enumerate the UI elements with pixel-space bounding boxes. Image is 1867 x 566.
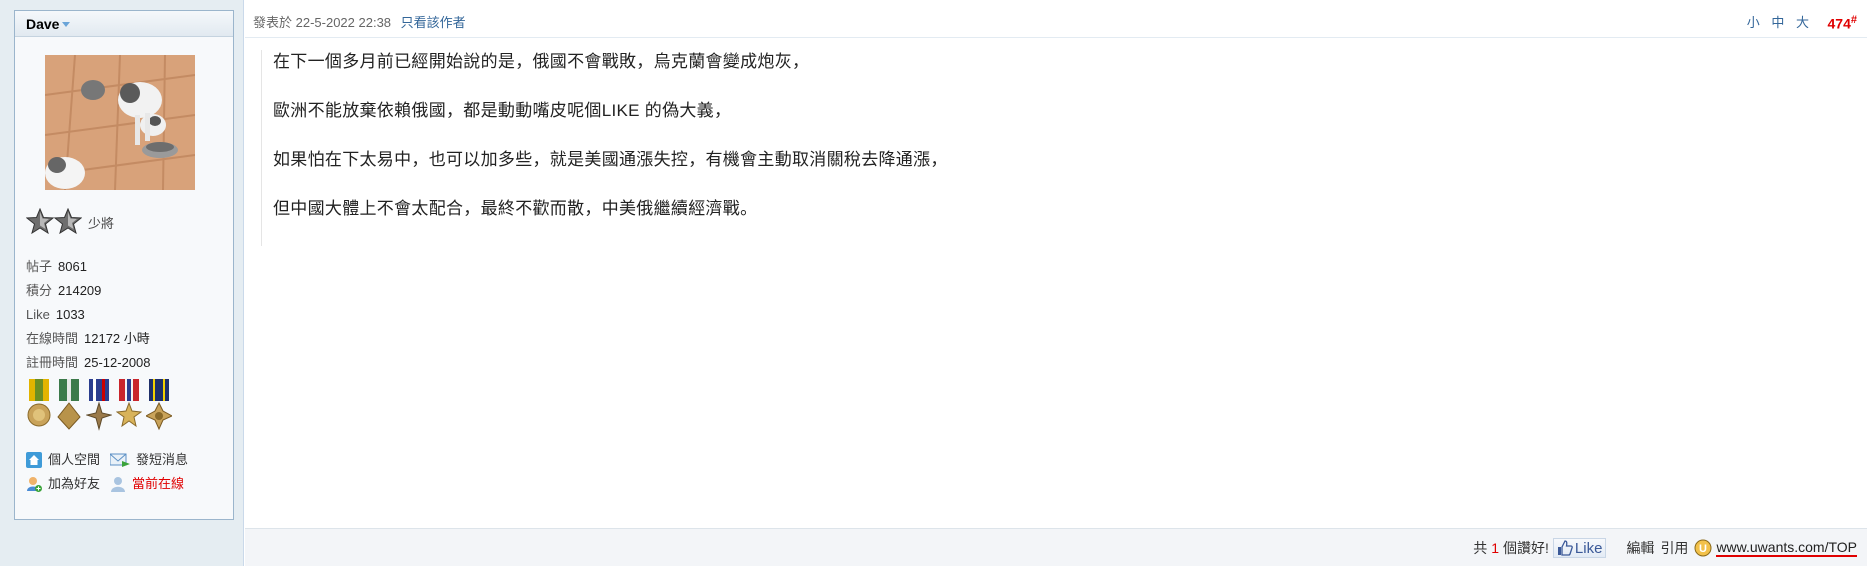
stat-row-online-time: 在線時間 12172 小時 (26, 327, 151, 351)
font-size-large-button[interactable]: 大 (1796, 15, 1809, 30)
post-timestamp: 發表於 22-5-2022 22:38 (253, 15, 392, 30)
add-friend-icon (27, 477, 42, 492)
online-status-label: 當前在線 (132, 476, 185, 491)
post-line: 但中國大體上不會太配合，最終不歡而散，中美俄繼續經濟戰。 (273, 199, 758, 218)
stat-row-points: 積分 214209 (26, 279, 151, 303)
user-column: Dave 少將 帖子 8061 積分 214209 Like 1033 在線時間… (0, 0, 244, 566)
post-line: 如果怕在下太易中，也可以加多些，就是美國通漲失控，有機會主動取消關稅去降通漲， (273, 150, 948, 169)
post-floor-number[interactable]: 474# (1828, 14, 1857, 32)
username-link[interactable]: Dave (26, 16, 59, 32)
like-prefix: 共 (1473, 540, 1488, 556)
post-line: 歐洲不能放棄依賴俄國，都是動動嘴皮呢個LIKE 的偽大義， (273, 101, 732, 120)
font-size-controls: 小 中 大 (1739, 12, 1809, 31)
font-size-small-button[interactable]: 小 (1747, 15, 1760, 30)
envelope-icon (110, 453, 131, 467)
user-header: Dave (15, 11, 233, 37)
chevron-down-icon[interactable] (62, 22, 71, 27)
like-count: 1 (1491, 540, 1500, 556)
add-friend-label: 加為好友 (48, 476, 101, 491)
medal-icon[interactable] (86, 379, 112, 431)
user-online-icon (111, 477, 126, 492)
stat-label: 註冊時間 (26, 355, 79, 370)
post-line: 在下一個多月前已經開始說的是，俄國不會戰敗，烏克蘭會變成炮灰， (273, 52, 810, 71)
medal-icon[interactable] (146, 379, 172, 431)
floor-suffix: # (1850, 14, 1857, 26)
like-button[interactable]: Like (1552, 538, 1607, 558)
font-size-medium-button[interactable]: 中 (1771, 15, 1784, 30)
stat-row-posts: 帖子 8061 (26, 255, 151, 279)
user-links-row: 加為好友 當前在線 (26, 472, 198, 496)
site-logo-icon: U (1694, 539, 1712, 557)
medal-icon[interactable] (26, 379, 52, 431)
stat-value: 8061 (58, 259, 87, 274)
user-profile-card: Dave 少將 帖子 8061 積分 214209 Like 1033 在線時間… (14, 10, 234, 520)
like-button-label: Like (1574, 539, 1603, 557)
stat-value: 25-12-2008 (84, 355, 151, 370)
send-message-link[interactable]: 發短消息 (110, 448, 188, 472)
send-message-label: 發短消息 (136, 452, 189, 467)
avatar-image (45, 55, 195, 190)
svg-text:U: U (1699, 543, 1707, 555)
rank-label: 少將 (88, 216, 115, 231)
stat-label: 帖子 (26, 259, 53, 274)
star-icon (26, 208, 54, 234)
post-header: 發表於 22-5-2022 22:38 只看該作者 小 中 大 474# (245, 0, 1867, 38)
stat-label: 在線時間 (26, 331, 79, 346)
stat-row-register-date: 註冊時間 25-12-2008 (26, 351, 151, 375)
user-links: 個人空間 發短消息 加為好友 當前在線 (26, 448, 198, 496)
post-footer: 共 1 個讚好! Like 編輯 引用 U www.uwants.com/TOP (245, 528, 1867, 566)
medal-list (26, 379, 172, 431)
stat-label: 積分 (26, 283, 53, 298)
quote-link[interactable]: 引用 (1660, 538, 1688, 558)
user-links-row: 個人空間 發短消息 (26, 448, 198, 472)
site-watermark: U www.uwants.com/TOP (1694, 539, 1857, 557)
stat-row-likes: Like 1033 (26, 303, 151, 327)
online-status: 當前在線 (110, 472, 184, 496)
thumbs-up-icon (1557, 540, 1573, 556)
stat-value: 12172 小時 (84, 331, 150, 346)
add-friend-link[interactable]: 加為好友 (26, 472, 100, 496)
like-suffix: 個讚好! (1503, 540, 1549, 556)
medal-icon[interactable] (116, 379, 142, 431)
only-author-link[interactable]: 只看該作者 (401, 15, 466, 30)
stat-value: 1033 (55, 307, 85, 322)
rank-row: 少將 (26, 208, 114, 234)
user-stats: 帖子 8061 積分 214209 Like 1033 在線時間 12172 小時 註冊… (26, 255, 151, 375)
avatar[interactable] (45, 55, 195, 190)
personal-space-link[interactable]: 個人空間 (26, 448, 100, 472)
post-area: 發表於 22-5-2022 22:38 只看該作者 小 中 大 474# 在下一… (245, 0, 1867, 566)
star-icon (54, 208, 82, 234)
post-content: 在下一個多月前已經開始說的是，俄國不會戰敗，烏克蘭會變成炮灰， 歐洲不能放棄依賴… (261, 50, 948, 246)
post-actions: 共 1 個讚好! Like 編輯 引用 U www.uwants.com/TOP (1473, 538, 1857, 558)
personal-space-label: 個人空間 (48, 452, 101, 467)
watermark-text: www.uwants.com/TOP (1716, 539, 1857, 557)
edit-link[interactable]: 編輯 (1626, 538, 1654, 558)
medal-icon[interactable] (56, 379, 82, 431)
stat-value: 214209 (58, 283, 102, 298)
floor-number: 474 (1827, 15, 1851, 32)
stat-label: Like (26, 307, 50, 322)
home-icon (26, 452, 42, 468)
